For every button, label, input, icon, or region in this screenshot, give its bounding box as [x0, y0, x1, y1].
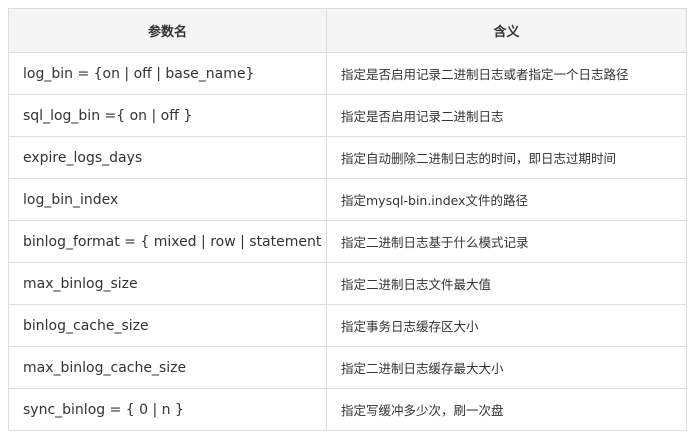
desc-cell: 指定自动删除二进制日志的时间，即日志过期时间: [326, 136, 687, 179]
header-param-name: 参数名: [8, 8, 327, 53]
desc-cell: 指定写缓冲多少次，刷一次盘: [326, 388, 687, 431]
parameter-table: 参数名 含义 log_bin = {on | off | base_name} …: [8, 8, 687, 431]
param-cell: binlog_cache_size: [8, 304, 327, 347]
header-row: 参数名 含义: [8, 8, 687, 53]
table-row: sync_binlog = { 0 | n } 指定写缓冲多少次，刷一次盘: [8, 388, 687, 431]
desc-cell: 指定是否启用记录二进制日志: [326, 94, 687, 137]
table-body: log_bin = {on | off | base_name} 指定是否启用记…: [8, 52, 687, 431]
param-cell: log_bin = {on | off | base_name}: [8, 52, 327, 95]
parameter-table-container: 参数名 含义 log_bin = {on | off | base_name} …: [8, 8, 687, 431]
param-cell: expire_logs_days: [8, 136, 327, 179]
table-row: sql_log_bin ={ on | off } 指定是否启用记录二进制日志: [8, 94, 687, 137]
desc-cell: 指定二进制日志缓存最大大小: [326, 346, 687, 389]
table-row: max_binlog_size 指定二进制日志文件最大值: [8, 262, 687, 305]
desc-cell: 指定是否启用记录二进制日志或者指定一个日志路径: [326, 52, 687, 95]
param-cell: binlog_format = { mixed | row | statemen…: [8, 220, 327, 263]
desc-cell: 指定二进制日志基于什么模式记录: [326, 220, 687, 263]
param-cell: max_binlog_size: [8, 262, 327, 305]
param-cell: sql_log_bin ={ on | off }: [8, 94, 327, 137]
desc-cell: 指定事务日志缓存区大小: [326, 304, 687, 347]
desc-cell: 指定mysql-bin.index文件的路径: [326, 178, 687, 221]
param-cell: sync_binlog = { 0 | n }: [8, 388, 327, 431]
table-row: binlog_cache_size 指定事务日志缓存区大小: [8, 304, 687, 347]
table-row: log_bin = {on | off | base_name} 指定是否启用记…: [8, 52, 687, 95]
table-row: expire_logs_days 指定自动删除二进制日志的时间，即日志过期时间: [8, 136, 687, 179]
header-meaning: 含义: [326, 8, 687, 53]
param-cell: max_binlog_cache_size: [8, 346, 327, 389]
param-cell: log_bin_index: [8, 178, 327, 221]
desc-cell: 指定二进制日志文件最大值: [326, 262, 687, 305]
table-header: 参数名 含义: [8, 8, 687, 53]
table-row: binlog_format = { mixed | row | statemen…: [8, 220, 687, 263]
table-row: log_bin_index 指定mysql-bin.index文件的路径: [8, 178, 687, 221]
table-row: max_binlog_cache_size 指定二进制日志缓存最大大小: [8, 346, 687, 389]
